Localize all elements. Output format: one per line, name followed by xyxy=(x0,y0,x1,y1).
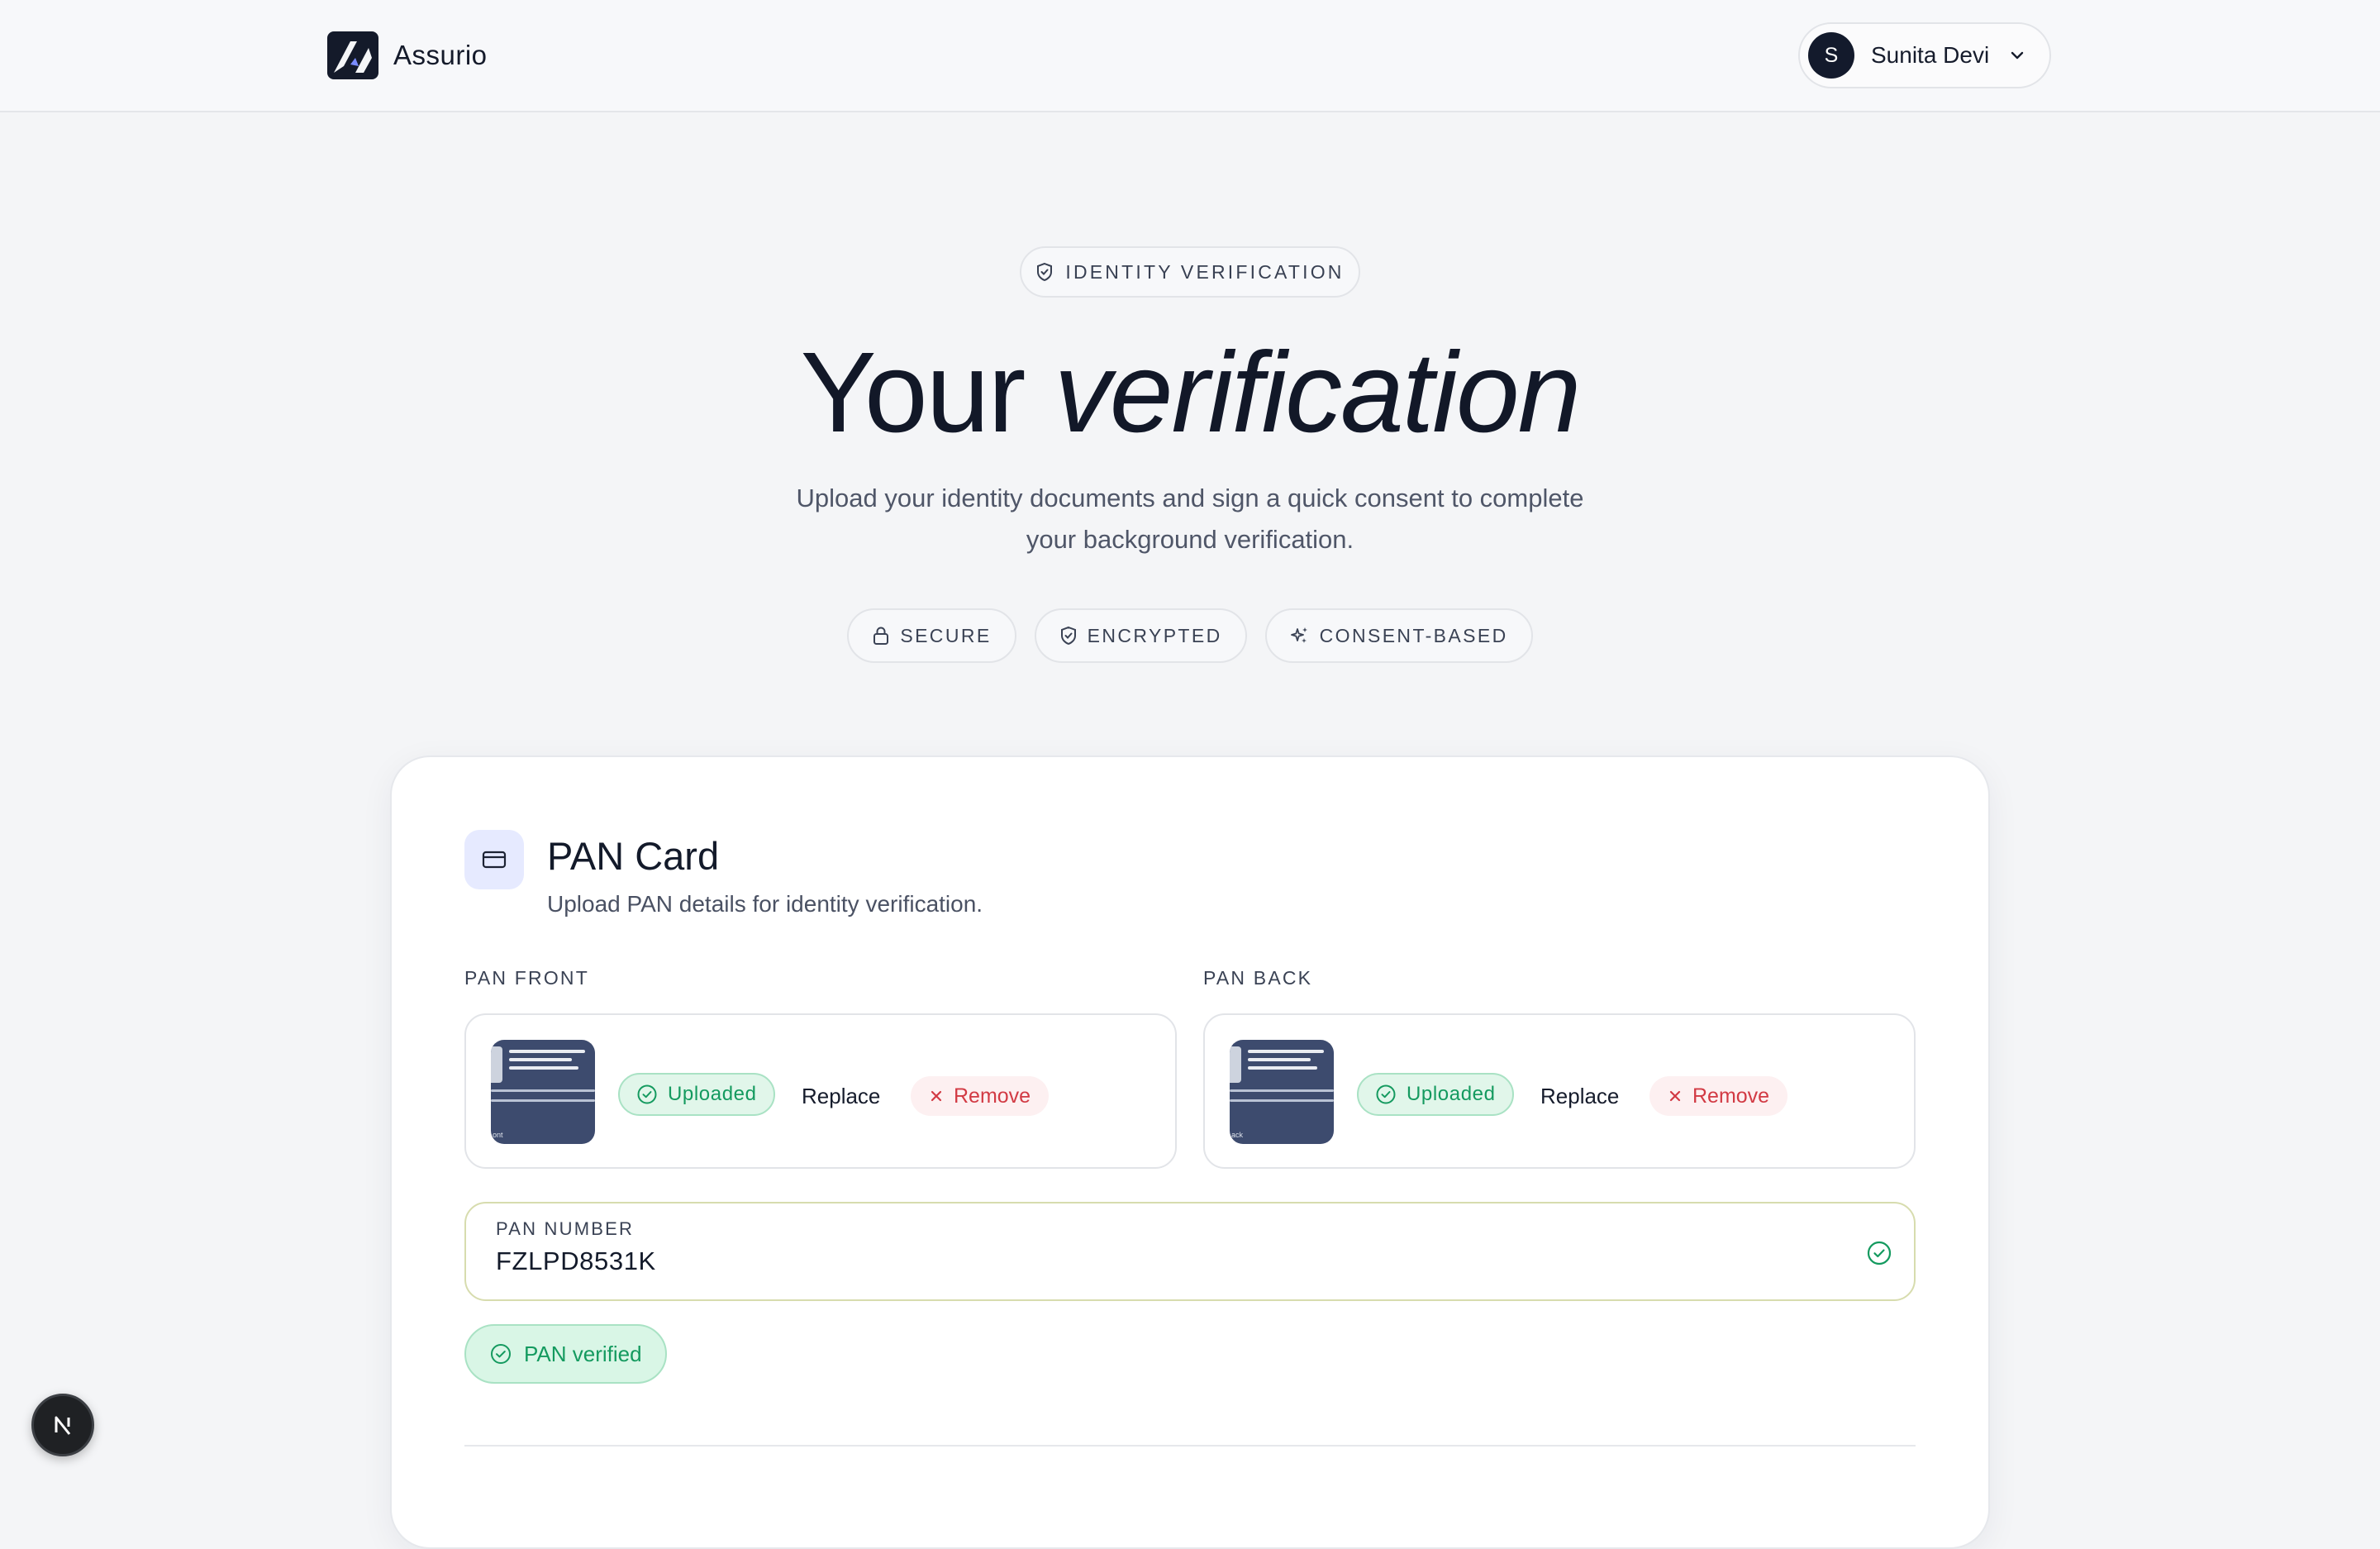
card-icon xyxy=(482,851,507,869)
pan-back-upload: ack Uploaded Replace Remove xyxy=(1203,1013,1916,1169)
remove-label: Remove xyxy=(954,1084,1031,1108)
uploaded-label: Uploaded xyxy=(1407,1083,1496,1105)
subtitle-line-2: your background verification. xyxy=(1026,525,1354,554)
remove-button[interactable]: Remove xyxy=(1649,1076,1788,1116)
nextjs-dev-indicator[interactable] xyxy=(31,1394,94,1456)
close-icon xyxy=(1669,1090,1681,1102)
pill-label: ENCRYPTED xyxy=(1087,624,1222,646)
pill-label: CONSENT-BASED xyxy=(1319,624,1508,646)
user-menu-button[interactable]: S Sunita Devi xyxy=(1798,22,2051,88)
pan-number-label: PAN NUMBER xyxy=(496,1218,635,1239)
pill-encrypted: ENCRYPTED xyxy=(1034,608,1247,663)
shield-check-icon xyxy=(1037,262,1053,282)
pan-number-field[interactable]: PAN NUMBER FZLPD8531K xyxy=(464,1202,1916,1301)
card-icon-tile xyxy=(464,830,524,889)
remove-label: Remove xyxy=(1692,1084,1770,1108)
top-bar: Assurio S Sunita Devi xyxy=(0,0,2380,112)
title-plain: Your xyxy=(800,329,1026,456)
user-name: Sunita Devi xyxy=(1871,42,1990,68)
page-subtitle: Upload your identity documents and sign … xyxy=(694,478,1686,560)
lock-icon xyxy=(873,627,889,645)
pan-back-thumbnail[interactable]: ack xyxy=(1230,1040,1334,1144)
pan-front-label: PAN FRONT xyxy=(464,967,589,989)
eyebrow-label: IDENTITY VERIFICATION xyxy=(1065,260,1345,283)
logo-icon xyxy=(327,31,378,79)
pill-label: SECURE xyxy=(900,624,992,646)
avatar: S xyxy=(1808,32,1854,79)
pan-number-value[interactable]: FZLPD8531K xyxy=(496,1246,656,1276)
uploaded-label: Uploaded xyxy=(668,1083,757,1105)
section-divider xyxy=(464,1445,1916,1447)
remove-button[interactable]: Remove xyxy=(911,1076,1050,1116)
title-italic: verification xyxy=(1054,329,1582,456)
section-subtitle: Upload PAN details for identity verifica… xyxy=(547,891,983,917)
pan-front-thumbnail[interactable]: ont xyxy=(491,1040,595,1144)
pan-front-upload: ont Uploaded Replace Remove xyxy=(464,1013,1177,1169)
replace-button[interactable]: Replace xyxy=(802,1076,880,1116)
trust-pills: SECURE ENCRYPTED CONSENT-BASED xyxy=(0,608,2380,663)
close-icon xyxy=(931,1090,942,1102)
shield-check-icon xyxy=(1060,626,1076,646)
brand-logo[interactable]: Assurio xyxy=(326,30,488,81)
thumbnail-caption: ack xyxy=(1231,1131,1244,1139)
pan-verified-badge: PAN verified xyxy=(464,1324,667,1384)
check-circle-icon xyxy=(637,1084,657,1104)
sparkle-icon xyxy=(1290,627,1307,643)
section-eyebrow: IDENTITY VERIFICATION xyxy=(1020,246,1360,298)
uploaded-badge: Uploaded xyxy=(1357,1073,1514,1116)
brand-name: Assurio xyxy=(393,40,488,70)
pill-consent-based: CONSENT-BASED xyxy=(1264,608,1533,663)
verified-label: PAN verified xyxy=(524,1341,642,1366)
uploaded-badge: Uploaded xyxy=(618,1073,775,1116)
thumbnail-caption: ont xyxy=(493,1131,503,1139)
page-title: Your verification xyxy=(0,326,2380,459)
subtitle-line-1: Upload your identity documents and sign … xyxy=(796,484,1584,512)
check-circle-icon xyxy=(1376,1084,1396,1104)
replace-button[interactable]: Replace xyxy=(1540,1076,1619,1116)
pan-back-label: PAN BACK xyxy=(1203,967,1313,989)
check-circle-icon xyxy=(491,1344,511,1364)
check-circle-icon xyxy=(1867,1241,1892,1265)
pill-secure: SECURE xyxy=(847,608,1016,663)
pan-card-section: PAN Card Upload PAN details for identity… xyxy=(390,755,1990,1549)
chevron-down-icon xyxy=(2011,51,2024,60)
section-title: PAN Card xyxy=(547,834,720,878)
nextjs-icon xyxy=(55,1416,71,1435)
